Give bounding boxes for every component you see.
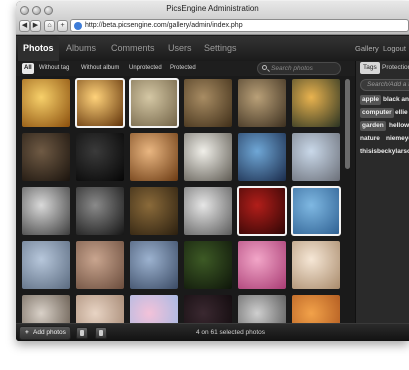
tag-item[interactable]: apple <box>360 95 381 105</box>
photo-thumbnail[interactable] <box>238 79 286 127</box>
back-button[interactable]: ◀ <box>19 20 30 32</box>
photo-thumbnail[interactable] <box>76 295 124 323</box>
tab-albums[interactable]: Albums <box>66 36 96 61</box>
photo-thumbnail[interactable] <box>76 133 124 181</box>
photo-thumbnail[interactable] <box>238 241 286 289</box>
add-photos-button[interactable]: + Add photos <box>19 326 71 340</box>
forward-button[interactable]: ▶ <box>30 20 41 32</box>
tag-item[interactable]: niemeye <box>386 134 409 144</box>
photo-thumbnail[interactable] <box>238 133 286 181</box>
photo-thumbnail[interactable] <box>75 78 125 128</box>
photo-thumbnail[interactable] <box>22 79 70 127</box>
tab-comments[interactable]: Comments <box>111 36 155 61</box>
photo-thumbnail[interactable] <box>184 79 232 127</box>
tag-item[interactable]: nature <box>360 134 380 144</box>
filter-bar: All Without tag Without album Unprotecte… <box>16 61 355 76</box>
photo-thumbnail[interactable] <box>184 133 232 181</box>
tab-protection[interactable]: Protection <box>382 62 409 74</box>
main-nav: Photos Albums Comments Users Settings Ga… <box>16 36 409 61</box>
photo-thumbnail[interactable] <box>292 241 340 289</box>
photo-thumbnail[interactable] <box>130 241 178 289</box>
photo-thumbnail[interactable] <box>76 187 124 235</box>
tab-tags[interactable]: Tags <box>360 62 380 74</box>
photo-grid <box>16 77 349 323</box>
browser-window: PicsEngine Administration ◀ ▶ ⌂ + http:/… <box>16 1 409 341</box>
selection-status: 4 on 61 selected photos <box>196 329 266 336</box>
photo-thumbnail[interactable] <box>22 295 70 323</box>
tab-settings[interactable]: Settings <box>204 36 237 61</box>
photo-thumbnail[interactable] <box>76 241 124 289</box>
search-photos-input[interactable]: Search photos <box>257 62 341 75</box>
photo-thumbnail[interactable] <box>130 295 178 323</box>
filter-without-album[interactable]: Without album <box>79 63 121 74</box>
tab-users[interactable]: Users <box>168 36 192 61</box>
photo-thumbnail[interactable] <box>291 186 341 236</box>
plus-icon: + <box>25 329 29 336</box>
photo-thumbnail[interactable] <box>184 187 232 235</box>
tag-item[interactable]: computer <box>360 108 394 118</box>
photo-thumbnail[interactable] <box>22 133 70 181</box>
photo-thumbnail[interactable] <box>130 133 178 181</box>
tab-photos[interactable]: Photos <box>18 36 59 61</box>
photo-thumbnail[interactable] <box>22 187 70 235</box>
logout-link[interactable]: Logout <box>383 36 406 61</box>
add-tag-input[interactable]: Search/Add a t <box>360 79 409 91</box>
document-icon[interactable] <box>95 327 107 339</box>
filter-all[interactable]: All <box>22 63 34 74</box>
tag-item[interactable]: black and <box>383 95 409 105</box>
search-placeholder: Search photos <box>271 65 313 72</box>
footer-toolbar: + Add photos 4 on 61 selected photos <box>16 323 409 341</box>
address-bar[interactable]: http://beta.picsengine.com/gallery/admin… <box>70 19 409 32</box>
tag-item[interactable]: hellowi <box>389 121 409 131</box>
photo-thumbnail[interactable] <box>292 133 340 181</box>
photo-thumbnail[interactable] <box>130 187 178 235</box>
title-bar: PicsEngine Administration ◀ ▶ ⌂ + http:/… <box>16 1 409 35</box>
tag-item[interactable]: ellie <box>395 108 408 118</box>
tags-sidebar: Tags Protection Search/Add a t apple bla… <box>355 61 409 323</box>
photo-thumbnail[interactable] <box>184 241 232 289</box>
photo-thumbnail[interactable] <box>129 78 179 128</box>
tag-item[interactable]: garden <box>360 121 386 131</box>
filter-without-tag[interactable]: Without tag <box>37 63 71 74</box>
photo-thumbnail[interactable] <box>237 186 287 236</box>
gallery-link[interactable]: Gallery <box>355 36 379 61</box>
photo-thumbnail[interactable] <box>292 79 340 127</box>
photo-thumbnail[interactable] <box>22 241 70 289</box>
address-text: http://beta.picsengine.com/gallery/admin… <box>85 22 243 29</box>
globe-icon <box>74 22 82 30</box>
home-button[interactable]: ⌂ <box>44 20 55 32</box>
search-icon <box>262 65 267 70</box>
add-bookmark-button[interactable]: + <box>57 20 68 32</box>
trash-icon[interactable] <box>76 327 88 339</box>
add-photos-label: Add photos <box>33 329 66 336</box>
photo-thumbnail[interactable] <box>184 295 232 323</box>
photo-thumbnail[interactable] <box>238 295 286 323</box>
grid-scrollbar[interactable] <box>345 79 350 169</box>
filter-protected[interactable]: Protected <box>168 63 198 74</box>
tag-item[interactable]: thisisbeckylarso <box>360 147 409 157</box>
photo-thumbnail[interactable] <box>292 295 340 323</box>
filter-unprotected[interactable]: Unprotected <box>127 63 164 74</box>
window-title: PicsEngine Administration <box>166 4 259 13</box>
